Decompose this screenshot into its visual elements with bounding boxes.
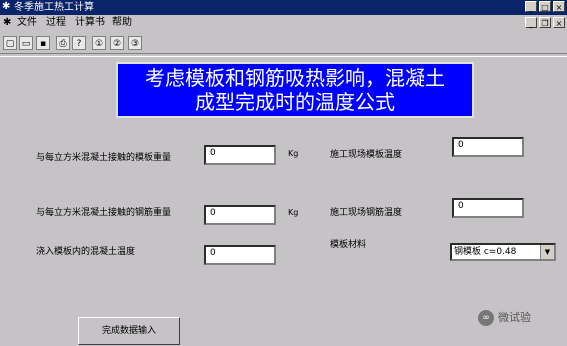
site-formwork-temp-input[interactable]: 0: [452, 137, 524, 157]
maximize-button[interactable]: □: [539, 1, 551, 12]
formwork-weight-label: 与每立方米混凝土接触的模板重量: [36, 153, 172, 163]
site-rebar-temp-input[interactable]: 0: [452, 198, 524, 218]
title-bar: ✱ 冬季施工热工计算 _ □ ×: [0, 0, 567, 15]
app-menu-icon[interactable]: ✱: [3, 15, 11, 31]
mdi-close-button[interactable]: ×: [553, 17, 565, 28]
close-button[interactable]: ×: [553, 1, 565, 12]
watermark-text: 微试验: [498, 311, 531, 324]
wechat-icon: ∞: [478, 310, 494, 326]
window-title: 冬季施工热工计算: [14, 2, 94, 13]
help-icon[interactable]: ?: [72, 36, 86, 50]
concrete-temp-label: 浇入模板内的混凝土温度: [36, 247, 136, 257]
banner-line-2: 成型完成时的温度公式: [195, 90, 395, 114]
site-formwork-temp-label: 施工现场模板温度: [330, 150, 403, 160]
rebar-weight-input[interactable]: 0: [204, 205, 276, 225]
formwork-material-value: 钢模板 c=0.48: [454, 247, 517, 257]
new-icon[interactable]: ▢: [3, 36, 17, 50]
mdi-minimize-button[interactable]: _: [525, 17, 537, 28]
complete-input-button[interactable]: 完成数据输入: [78, 317, 180, 345]
menu-bar: ✱ 文件 过程 计算书 帮助: [0, 15, 567, 31]
minimize-button[interactable]: _: [525, 1, 537, 12]
circle-1-icon[interactable]: ①: [92, 36, 106, 50]
open-icon[interactable]: ▭: [19, 36, 33, 50]
rebar-weight-label: 与每立方米混凝土接触的钢筋重量: [36, 208, 172, 218]
save-icon[interactable]: ▪: [36, 36, 50, 50]
formwork-weight-unit: Kg: [288, 149, 299, 158]
watermark: ∞ 微试验: [478, 309, 531, 326]
rebar-weight-unit: Kg: [288, 208, 299, 217]
menu-file[interactable]: 文件: [17, 15, 37, 31]
concrete-temp-input[interactable]: 0: [204, 245, 276, 265]
menu-calc-book[interactable]: 计算书: [75, 15, 105, 31]
chevron-down-icon[interactable]: ▼: [540, 245, 554, 259]
mdi-restore-button[interactable]: ❐: [539, 17, 551, 28]
formwork-material-label: 模板材料: [330, 240, 367, 250]
circle-3-icon[interactable]: ③: [128, 36, 142, 50]
toolbar: ▢ ▭ ▪ ⎙ ? ① ② ③: [0, 33, 567, 54]
site-rebar-temp-label: 施工现场钢筋温度: [330, 208, 403, 218]
formwork-material-select[interactable]: 钢模板 c=0.48 ▼: [450, 243, 556, 261]
print-icon[interactable]: ⎙: [56, 36, 70, 50]
formula-banner: 考虑模板和钢筋吸热影响，混凝土 成型完成时的温度公式: [116, 62, 474, 118]
banner-line-1: 考虑模板和钢筋吸热影响，混凝土: [145, 66, 445, 90]
circle-2-icon[interactable]: ②: [110, 36, 124, 50]
app-icon: ✱: [2, 1, 11, 12]
menu-help[interactable]: 帮助: [112, 15, 132, 31]
formwork-weight-input[interactable]: 0: [204, 145, 276, 165]
menu-process[interactable]: 过程: [46, 15, 66, 31]
